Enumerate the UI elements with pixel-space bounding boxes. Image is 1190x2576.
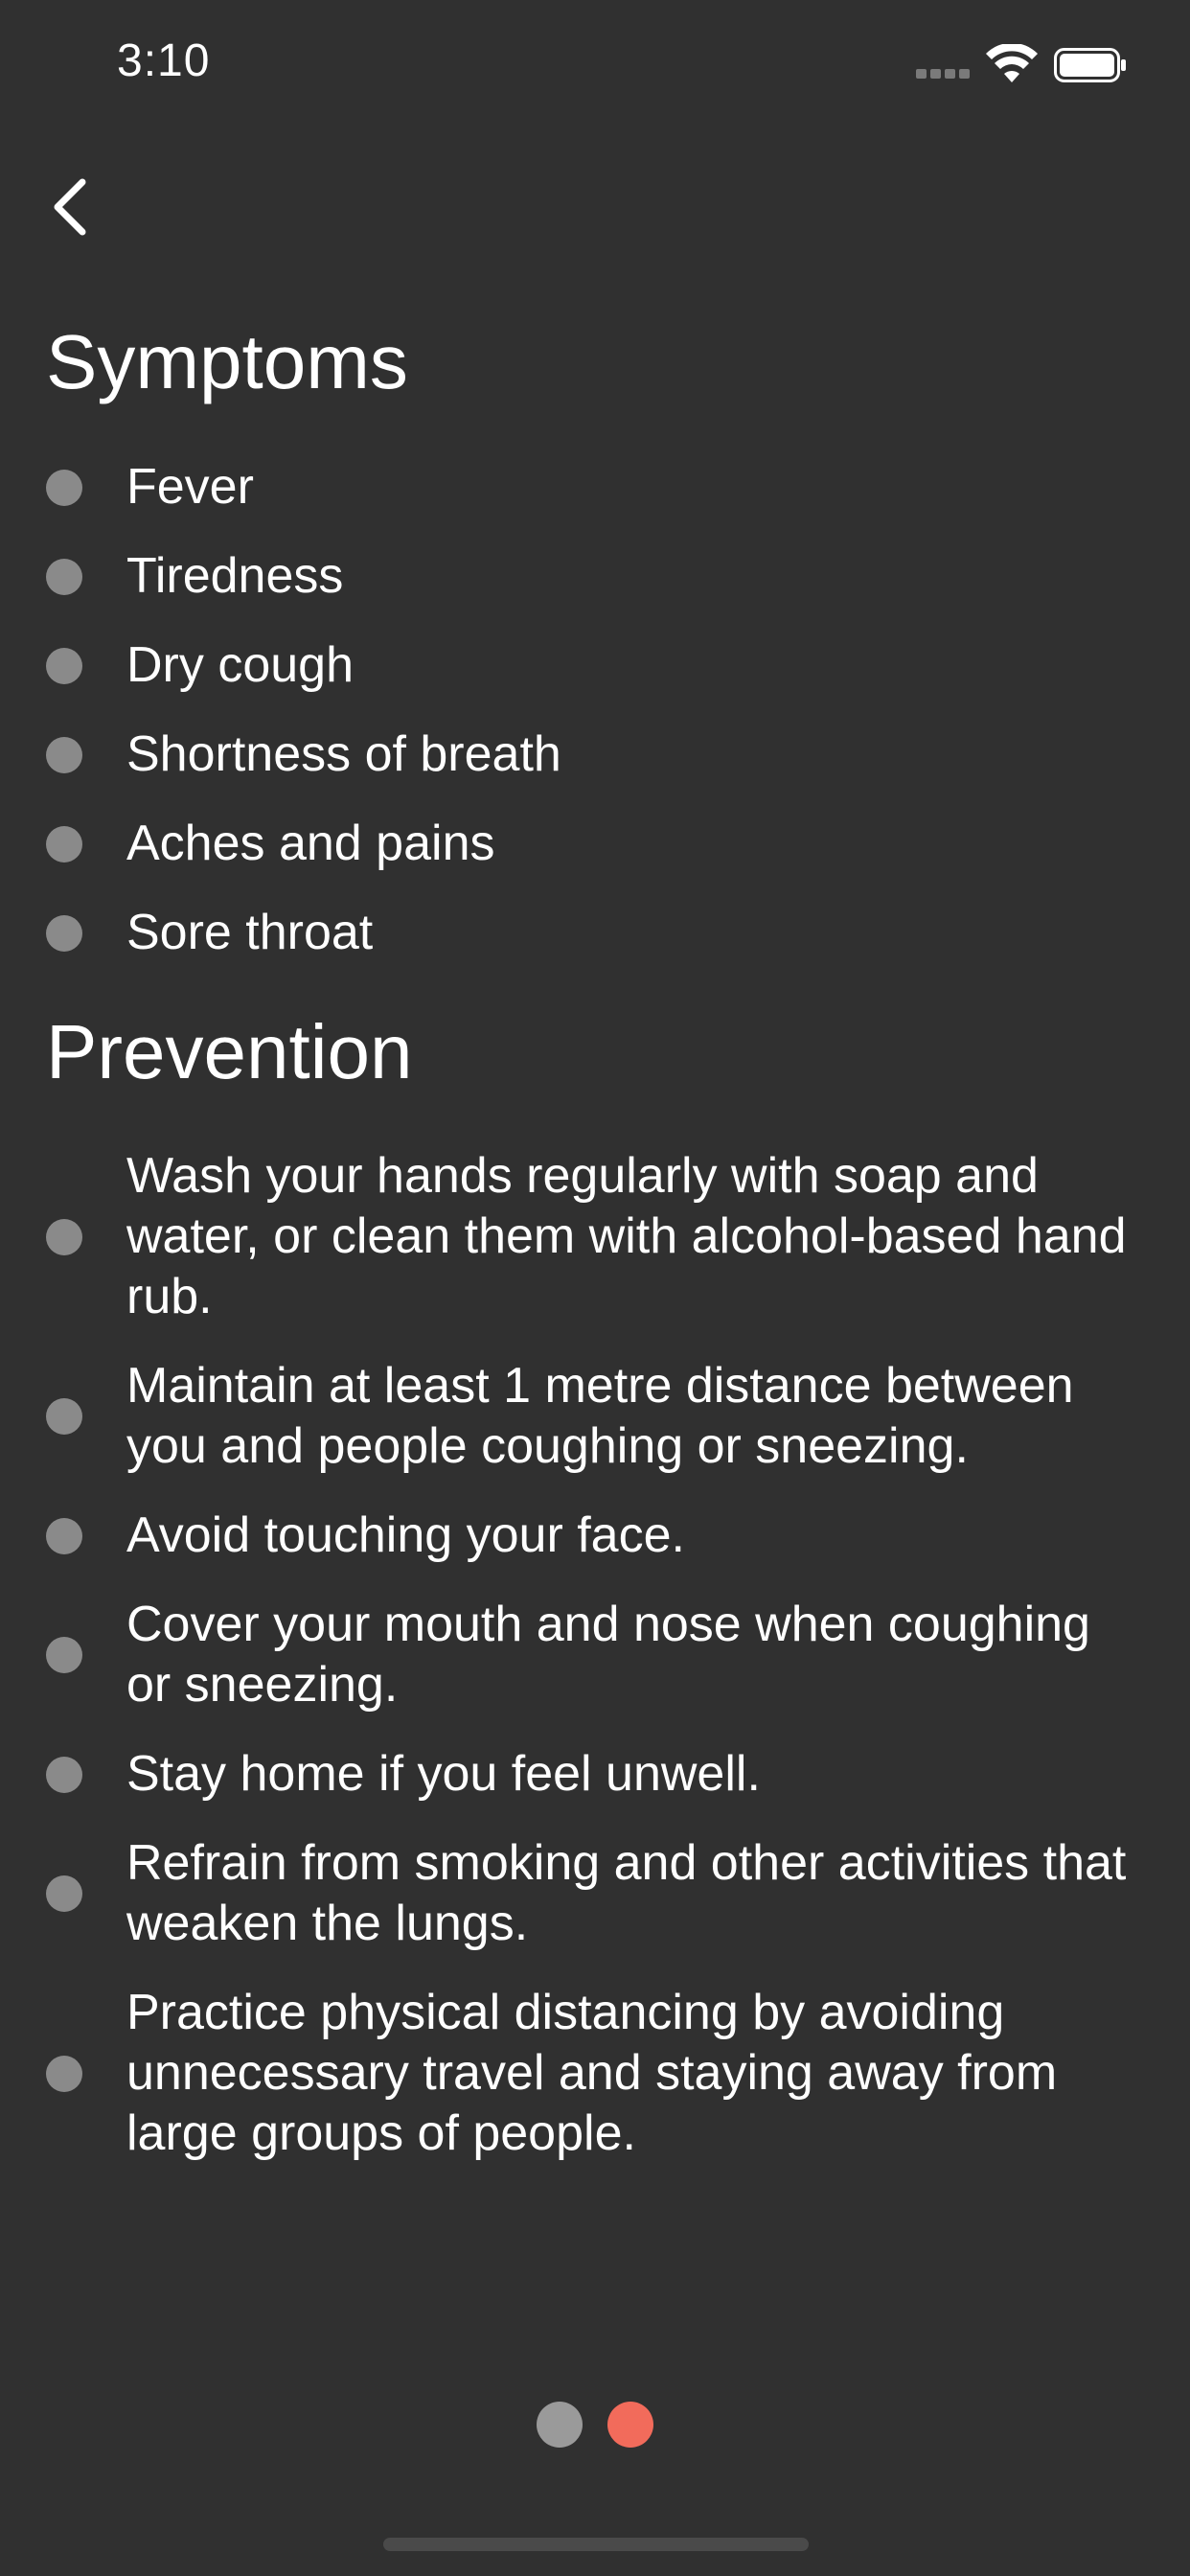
symptom-text: Dry cough (126, 637, 354, 693)
prevention-title: Prevention (46, 1009, 413, 1094)
prevention-item: Avoid touching your face. (46, 1506, 1148, 1566)
bullet-icon (46, 558, 82, 595)
bullet-icon (46, 825, 82, 862)
bullet-icon (46, 647, 82, 684)
symptom-text: Aches and pains (126, 816, 495, 871)
symptom-text: Shortness of breath (126, 726, 561, 782)
prevention-item: Maintain at least 1 metre distance betwe… (46, 1356, 1148, 1477)
symptom-text: Fever (126, 459, 254, 515)
prevention-item: Practice physical distancing by avoiding… (46, 1983, 1148, 2164)
symptom-item: Tiredness (46, 532, 1148, 621)
status-bar: 3:10 (0, 0, 1190, 134)
bullet-icon (46, 1875, 82, 1912)
chevron-left-icon (54, 178, 86, 236)
symptom-text: Tiredness (126, 548, 344, 604)
bullet-icon (46, 1398, 82, 1435)
prevention-text: Stay home if you feel unwell. (126, 1746, 761, 1802)
page-indicator (537, 2402, 653, 2448)
prevention-list: Wash your hands regularly with soap and … (46, 1146, 1148, 2193)
bullet-icon (46, 1756, 82, 1793)
symptom-item: Dry cough (46, 621, 1148, 710)
home-indicator[interactable] (383, 2538, 809, 2551)
cellular-signal-icon (916, 69, 970, 79)
symptom-item: Shortness of breath (46, 710, 1148, 799)
prevention-text: Wash your hands regularly with soap and … (126, 1148, 1127, 1324)
prevention-item: Refrain from smoking and other activitie… (46, 1833, 1148, 1954)
symptom-item: Sore throat (46, 888, 1148, 978)
back-button[interactable] (50, 169, 111, 245)
prevention-item: Stay home if you feel unwell. (46, 1744, 1148, 1805)
bullet-icon (46, 469, 82, 506)
bullet-icon (46, 1218, 82, 1255)
page-dot-2[interactable] (607, 2402, 653, 2448)
bullet-icon (46, 736, 82, 773)
prevention-text: Refrain from smoking and other activitie… (126, 1835, 1127, 1951)
bullet-icon (46, 914, 82, 952)
prevention-text: Practice physical distancing by avoiding… (126, 1985, 1058, 2161)
prevention-text: Avoid touching your face. (126, 1507, 685, 1563)
page-dot-1[interactable] (537, 2402, 583, 2448)
bullet-icon (46, 1517, 82, 1554)
status-time: 3:10 (117, 35, 211, 86)
symptoms-list: Fever Tiredness Dry cough Shortness of b… (46, 443, 1148, 978)
symptom-item: Fever (46, 443, 1148, 532)
symptom-text: Sore throat (126, 905, 374, 960)
battery-icon (1054, 48, 1126, 82)
wifi-icon (986, 44, 1038, 82)
prevention-item: Cover your mouth and nose when coughing … (46, 1595, 1148, 1715)
prevention-text: Maintain at least 1 metre distance betwe… (126, 1358, 1074, 1474)
bullet-icon (46, 1637, 82, 1673)
prevention-text: Cover your mouth and nose when coughing … (126, 1597, 1090, 1713)
symptom-item: Aches and pains (46, 799, 1148, 888)
bullet-icon (46, 2055, 82, 2092)
symptoms-title: Symptoms (46, 319, 408, 404)
prevention-item: Wash your hands regularly with soap and … (46, 1146, 1148, 1327)
